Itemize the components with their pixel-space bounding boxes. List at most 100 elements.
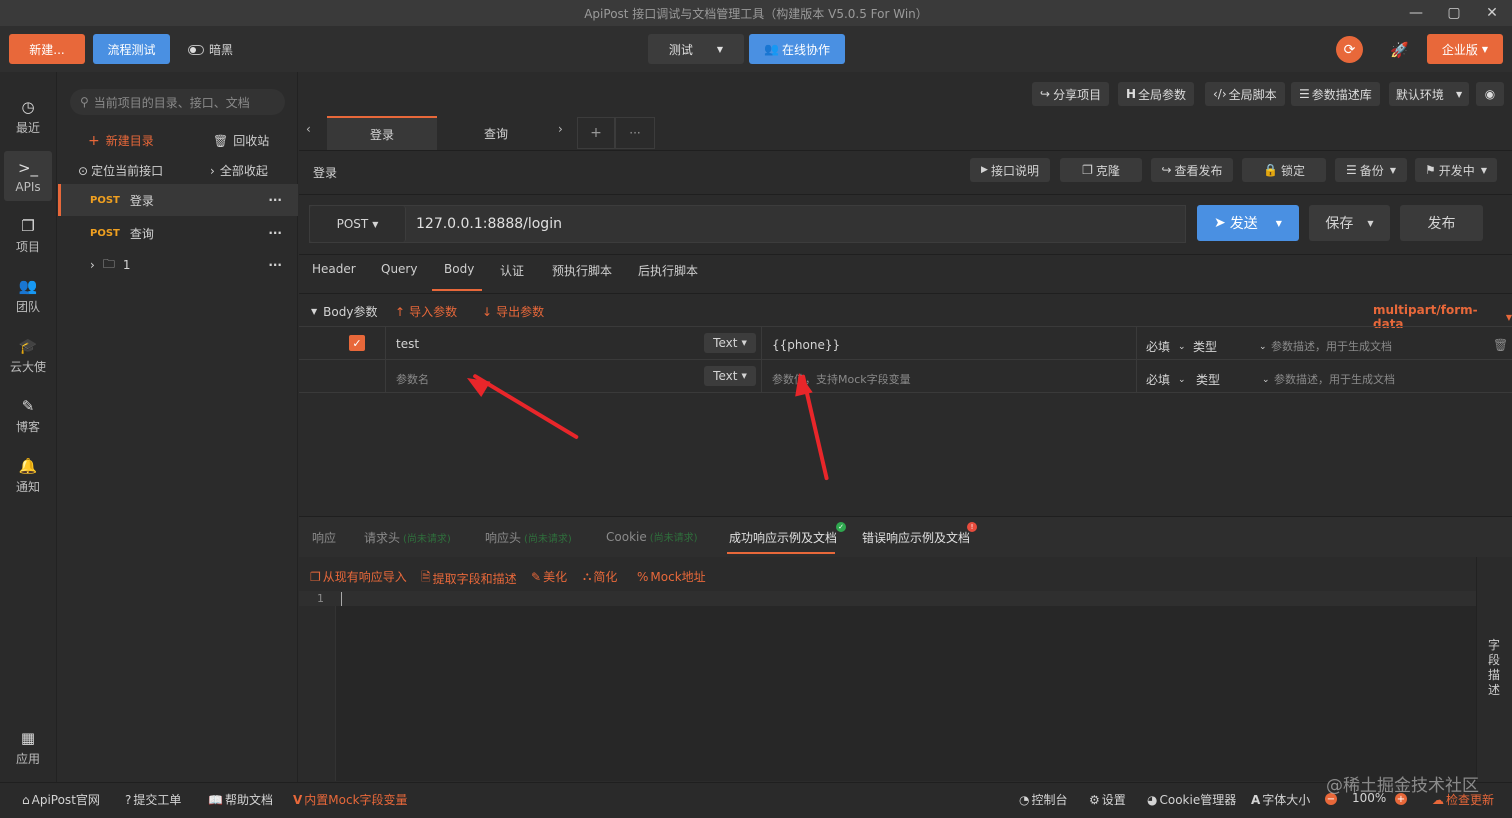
- locate-button[interactable]: ⊙ 定位当前接口: [78, 162, 163, 179]
- minimize-button[interactable]: —: [1398, 0, 1434, 26]
- tree-item-login[interactable]: POST 登录 ···: [58, 184, 298, 216]
- caret-down-icon[interactable]: ▼: [1276, 219, 1282, 228]
- tree-item-query[interactable]: POST 查询 ···: [58, 217, 298, 249]
- global-params-button[interactable]: H 全局参数: [1118, 82, 1195, 106]
- nav-apis[interactable]: >_ APIs: [4, 151, 52, 201]
- tree-folder[interactable]: › 🗀 1 ···: [58, 249, 298, 281]
- beautify-button[interactable]: ✎ 美化: [531, 568, 567, 585]
- env-dropdown[interactable]: 默认环境 ▼: [1389, 82, 1469, 106]
- resp-tab-cookie[interactable]: Cookie (尚未请求): [606, 529, 698, 545]
- param-type-select[interactable]: Text ▼: [704, 333, 756, 353]
- tab-auth[interactable]: 认证: [500, 262, 524, 279]
- maximize-button[interactable]: ▢: [1436, 0, 1472, 26]
- resp-tab-error-doc[interactable]: 错误响应示例及文档: [862, 529, 970, 546]
- resp-tab-success-doc[interactable]: 成功响应示例及文档: [729, 529, 837, 546]
- collapse-all-button[interactable]: › 全部收起: [210, 162, 268, 179]
- nav-notify[interactable]: 🔔 通知: [4, 451, 52, 501]
- param-desc-input[interactable]: 参数描述，用于生成文档: [1271, 338, 1392, 354]
- extract-button[interactable]: 🗎 提取字段和描述: [421, 568, 517, 589]
- tab-prev-icon[interactable]: ‹: [306, 122, 311, 136]
- tab-post-script[interactable]: 后执行脚本: [638, 262, 698, 279]
- tab-query[interactable]: 查询: [441, 116, 551, 150]
- recycle-button[interactable]: 🗑 回收站: [213, 132, 269, 149]
- tab-query-params[interactable]: Query: [381, 262, 417, 276]
- param-required-select[interactable]: 必填 ⌄: [1146, 338, 1186, 355]
- collab-button[interactable]: 👥 在线协作: [749, 34, 845, 64]
- resp-tab-req-headers[interactable]: 请求头 (尚未请求): [364, 529, 451, 546]
- field-desc-panel-toggle[interactable]: 字段描述: [1488, 638, 1502, 698]
- ticket-link[interactable]: ? 提交工单: [125, 791, 181, 808]
- global-script-button[interactable]: ‹/› 全局脚本: [1205, 82, 1285, 106]
- mock-vars-link[interactable]: V 内置Mock字段变量: [293, 791, 408, 808]
- trash-icon[interactable]: 🗑: [1493, 338, 1508, 352]
- param-desc-input[interactable]: 参数描述，用于生成文档: [1274, 371, 1395, 387]
- save-button[interactable]: 保存 ▼: [1309, 205, 1390, 241]
- publish-button[interactable]: 发布: [1400, 205, 1483, 241]
- import-existing-button[interactable]: ❐ 从现有响应导入: [310, 568, 407, 585]
- enterprise-button[interactable]: 企业版 ▼: [1427, 34, 1503, 64]
- import-params-button[interactable]: ↑ 导入参数: [395, 303, 457, 320]
- nav-team[interactable]: 👥 团队: [4, 271, 52, 321]
- help-link[interactable]: 📖 帮助文档: [208, 791, 273, 808]
- site-link[interactable]: ⌂ ApiPost官网: [22, 791, 100, 808]
- tree-search[interactable]: ⚲ 当前项目的目录、接口、文档: [70, 89, 285, 115]
- url-input[interactable]: 127.0.0.1:8888/login: [416, 216, 562, 232]
- more-icon[interactable]: ···: [268, 226, 282, 240]
- flow-test-button[interactable]: 流程测试: [93, 34, 170, 64]
- tab-body[interactable]: Body: [444, 262, 474, 276]
- tree-search-input[interactable]: 当前项目的目录、接口、文档: [94, 94, 250, 111]
- param-required-select[interactable]: 必填 ⌄: [1146, 371, 1186, 388]
- nav-cloud[interactable]: 🎓 云大使: [4, 331, 52, 381]
- tab-header[interactable]: Header: [312, 262, 356, 276]
- mock-address-button[interactable]: % Mock地址: [637, 568, 706, 585]
- dark-mode-toggle[interactable]: 暗黑: [188, 41, 233, 58]
- nav-project[interactable]: ❐ 项目: [4, 211, 52, 261]
- sitemap-icon: ⛬: [583, 569, 592, 583]
- api-doc-button[interactable]: ▶ 接口说明: [970, 158, 1050, 182]
- response-editor[interactable]: [299, 591, 1476, 781]
- body-params-toggle[interactable]: ▼ Body参数: [311, 303, 377, 320]
- settings-button[interactable]: ⚙ 设置: [1089, 791, 1126, 808]
- view-publish-button[interactable]: ↪ 查看发布: [1151, 158, 1233, 182]
- new-button[interactable]: 新建...: [9, 34, 85, 64]
- share-project-button[interactable]: ↪ 分享项目: [1032, 82, 1110, 106]
- param-lib-button[interactable]: ☰ 参数描述库: [1291, 82, 1380, 106]
- method-select[interactable]: POST ▼: [310, 206, 406, 242]
- nav-recent[interactable]: ◷ 最近: [4, 92, 52, 142]
- add-tab-button[interactable]: +: [577, 117, 615, 149]
- nav-apps[interactable]: ▦ 应用: [4, 723, 52, 773]
- param-kind-select[interactable]: 类型 ⌄: [1193, 338, 1267, 355]
- close-button[interactable]: ✕: [1474, 0, 1510, 26]
- rocket-icon[interactable]: 🚀: [1386, 36, 1413, 63]
- clone-button[interactable]: ❐ 克隆: [1060, 158, 1142, 182]
- tab-pre-script[interactable]: 预执行脚本: [552, 262, 612, 279]
- env-select[interactable]: 测试 ▼: [648, 34, 744, 64]
- console-button[interactable]: ◔ 控制台: [1019, 791, 1068, 808]
- param-checkbox[interactable]: ✓: [349, 335, 365, 351]
- more-icon[interactable]: ···: [268, 193, 282, 207]
- export-params-button[interactable]: ↓ 导出参数: [482, 303, 544, 320]
- param-value-input[interactable]: {{phone}}: [772, 338, 840, 352]
- param-kind-select[interactable]: 类型 ⌄: [1196, 371, 1270, 388]
- more-icon[interactable]: ···: [268, 258, 282, 272]
- resp-tab-response[interactable]: 响应: [312, 529, 336, 546]
- param-key-input[interactable]: 参数名: [396, 371, 429, 387]
- backup-button[interactable]: ☰ 备份 ▼: [1335, 158, 1407, 182]
- tab-login[interactable]: 登录: [327, 116, 437, 150]
- new-dir-button[interactable]: + 新建目录: [88, 132, 154, 149]
- eye-icon[interactable]: ◉: [1476, 82, 1504, 106]
- caret-down-icon[interactable]: ▼: [1367, 219, 1373, 228]
- cookie-manager-button[interactable]: ◕ Cookie管理器: [1147, 791, 1236, 808]
- simplify-button[interactable]: ⛬ 简化: [583, 568, 617, 585]
- param-key-input[interactable]: test: [396, 337, 419, 351]
- tab-next-icon[interactable]: ›: [558, 122, 563, 136]
- send-button[interactable]: ➤ 发送 ▼: [1197, 205, 1299, 241]
- nav-blog[interactable]: ✎ 博客: [4, 391, 52, 441]
- resp-tab-resp-headers[interactable]: 响应头 (尚未请求): [485, 529, 572, 546]
- more-tabs-button[interactable]: ···: [615, 117, 655, 149]
- sync-icon[interactable]: ⟳: [1336, 36, 1363, 63]
- dark-mode-label: 暗黑: [209, 43, 234, 57]
- status-dropdown[interactable]: ⚑ 开发中 ▼: [1415, 158, 1497, 182]
- param-type-select[interactable]: Text ▼: [704, 366, 756, 386]
- lock-button[interactable]: 🔒 锁定: [1242, 158, 1326, 182]
